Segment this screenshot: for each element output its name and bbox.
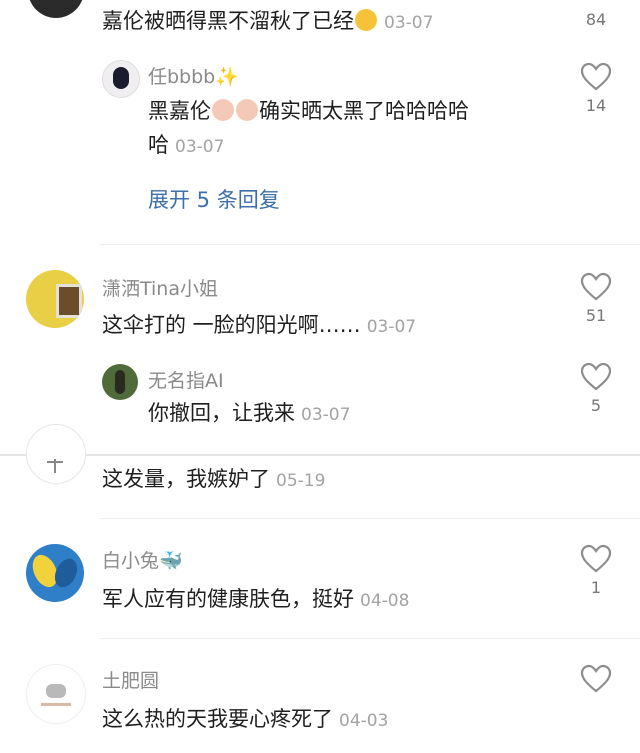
avatar[interactable] [26, 544, 84, 602]
divider [100, 244, 640, 245]
like-button[interactable]: 5 [576, 362, 616, 415]
heart-icon [580, 362, 612, 391]
reply-text-line2: 哈 03-07 [148, 128, 224, 164]
reply-content-end: 哈 [148, 133, 169, 157]
like-count: 51 [585, 306, 607, 325]
crying-emoji-icon [236, 99, 258, 121]
comment-date: 03-07 [384, 13, 434, 33]
comment-text: 这伞打的 一脸的阳光啊…… 03-07 [102, 308, 416, 344]
comment-content: 这发量，我嫉妒了 [102, 467, 270, 491]
heart-icon [580, 544, 612, 573]
like-button[interactable] [576, 664, 616, 694]
like-count: 1 [590, 578, 602, 597]
avatar[interactable] [26, 424, 86, 484]
comment-text: 军人应有的健康肤色，挺好 04-08 [102, 582, 409, 618]
like-button[interactable]: 51 [576, 272, 616, 325]
comment-text: 这发量，我嫉妒了 05-19 [102, 462, 325, 498]
comment-date: 03-07 [366, 317, 417, 337]
comment-content: 这伞打的 一脸的阳光啊…… [102, 313, 361, 337]
avatar[interactable] [102, 364, 138, 400]
divider [100, 638, 640, 639]
comment-date: 04-03 [339, 711, 389, 731]
like-count: 84 [585, 10, 607, 29]
avatar[interactable] [26, 664, 86, 724]
comment-username[interactable]: 白小兔🐳 [102, 546, 183, 573]
comment-text: 这么热的天我要心疼死了 04-03 [102, 702, 388, 738]
like-count: 5 [590, 396, 602, 415]
avatar[interactable] [28, 0, 84, 18]
comment-date: 05-19 [276, 471, 326, 491]
reply-content: 你撤回，让我来 [148, 401, 295, 425]
reply-username[interactable]: 任bbbb✨ [148, 62, 239, 89]
comment-text: 嘉伦被晒得黑不溜秋了已经 03-07 [102, 4, 433, 40]
reply-text: 黑嘉伦 确实晒太黑了哈哈哈哈 [148, 94, 469, 128]
comment-username[interactable]: 土肥圆 [102, 666, 159, 693]
section-seam [0, 454, 640, 456]
reply-username[interactable]: 无名指AI [148, 366, 224, 393]
comment-content: 这么热的天我要心疼死了 [102, 707, 333, 731]
reply-date: 03-07 [175, 137, 225, 157]
heart-icon [580, 62, 612, 91]
crying-emoji-icon [212, 99, 234, 121]
reply-content: 黑嘉伦 [148, 99, 211, 123]
heart-icon [580, 272, 612, 301]
avatar[interactable] [26, 270, 84, 328]
laughing-emoji-icon [355, 9, 377, 31]
avatar[interactable] [102, 60, 140, 98]
like-count: 14 [585, 96, 607, 115]
divider [100, 518, 640, 519]
like-button[interactable]: 1 [576, 544, 616, 597]
heart-icon [580, 664, 612, 693]
like-button[interactable]: 84 [576, 10, 616, 29]
comment-username[interactable]: 潇洒Tina小姐 [102, 274, 218, 301]
like-button[interactable]: 14 [576, 62, 616, 115]
reply-date: 03-07 [301, 405, 351, 425]
expand-replies-link[interactable]: 展开 5 条回复 [148, 184, 280, 214]
comment-content: 军人应有的健康肤色，挺好 [102, 587, 354, 611]
reply-content-cont: 确实晒太黑了哈哈哈哈 [259, 99, 469, 123]
comment-content: 嘉伦被晒得黑不溜秋了已经 [102, 9, 354, 33]
reply-text: 你撤回，让我来 03-07 [148, 396, 350, 432]
comment-date: 04-08 [360, 591, 410, 611]
